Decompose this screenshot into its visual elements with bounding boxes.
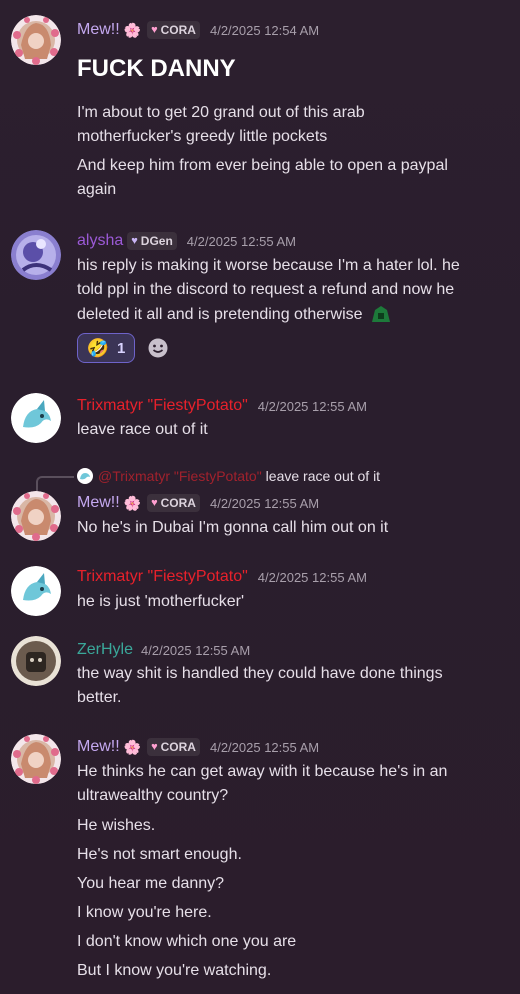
user-avatar[interactable] [11, 393, 61, 443]
message-line: again [77, 181, 117, 198]
message-line: his reply is making it worse because I'm… [77, 257, 460, 274]
add-reaction-button[interactable] [143, 333, 173, 363]
message-line: I know you're here. [77, 904, 212, 921]
username[interactable]: alysha [77, 232, 123, 250]
message-text: deleted it all and is pretending otherwi… [77, 306, 363, 323]
message-line: I don't know which one you are [77, 933, 297, 950]
user-avatar[interactable] [11, 15, 61, 65]
message-line: You hear me danny? [77, 875, 225, 892]
timestamp[interactable]: 4/2/2025 12:55 AM [141, 643, 250, 658]
reaction-count: 1 [117, 339, 126, 357]
add-emoji-icon [148, 338, 168, 358]
heart-icon: ♥ [151, 741, 158, 753]
tag-label: CORA [160, 496, 196, 510]
message-line: He's not smart enough. [77, 846, 242, 863]
username[interactable]: Trixmatyr "FiestyPotato" [77, 397, 248, 415]
heart-icon: ♥ [151, 497, 158, 509]
user-avatar[interactable] [11, 636, 61, 686]
username[interactable]: Mew!! [77, 21, 120, 39]
user-avatar[interactable] [11, 566, 61, 616]
message-line: told ppl in the discord to request a ref… [77, 281, 455, 298]
reply-avatar-icon [77, 468, 93, 484]
message-line: FUCK DANNY [77, 55, 236, 82]
flower-icon: 🌸 [123, 738, 142, 755]
timestamp[interactable]: 4/2/2025 12:54 AM [210, 23, 319, 38]
message-line: But I know you're watching. [77, 962, 272, 979]
message-line: motherfucker's greedy little pockets [77, 128, 328, 145]
rofl-emoji-icon: 🤣 [86, 337, 110, 358]
message-line: leave race out of it [77, 421, 208, 438]
timestamp[interactable]: 4/2/2025 12:55 AM [258, 399, 367, 414]
message-line: No he's in Dubai I'm gonna call him out … [77, 519, 389, 536]
message-line: I'm about to get 20 grand out of this ar… [77, 104, 365, 121]
message-line: deleted it all and is pretending otherwi… [77, 303, 507, 327]
user-avatar[interactable] [11, 734, 61, 784]
timestamp[interactable]: 4/2/2025 12:55 AM [187, 234, 296, 249]
message-line: the way shit is handled they could have … [77, 665, 443, 682]
tag-label: CORA [160, 740, 196, 754]
username[interactable]: ZerHyle [77, 641, 133, 659]
reply-username[interactable]: @Trixmatyr "FiestyPotato" [98, 468, 262, 484]
server-tag[interactable]: ♥ CORA [147, 738, 200, 756]
message-line: He thinks he can get away with it becaus… [77, 763, 448, 780]
message-line: He wishes. [77, 817, 156, 834]
server-tag[interactable]: ♥ CORA [147, 494, 200, 512]
timestamp[interactable]: 4/2/2025 12:55 AM [258, 570, 367, 585]
username[interactable]: Trixmatyr "FiestyPotato" [77, 568, 248, 586]
custom-emoji-icon[interactable] [370, 304, 392, 322]
tag-label: CORA [160, 23, 196, 37]
message-line: better. [77, 689, 122, 706]
tag-label: DGen [140, 234, 173, 248]
user-avatar[interactable] [11, 230, 61, 280]
flower-icon: 🌸 [123, 21, 142, 38]
message-line: he is just 'motherfucker' [77, 593, 245, 610]
user-avatar[interactable] [11, 491, 61, 541]
message-line: And keep him from ever being able to ope… [77, 157, 448, 174]
timestamp[interactable]: 4/2/2025 12:55 AM [210, 740, 319, 755]
heart-icon: ♥ [151, 24, 158, 36]
flower-icon: 🌸 [123, 494, 142, 511]
reaction-button[interactable]: 🤣 1 [77, 333, 135, 363]
server-tag[interactable]: ♥ DGen [127, 232, 177, 250]
reply-preview[interactable]: @Trixmatyr "FiestyPotato" leave race out… [77, 466, 380, 486]
username[interactable]: Mew!! [77, 494, 120, 512]
reply-spine [36, 476, 74, 492]
timestamp[interactable]: 4/2/2025 12:55 AM [210, 496, 319, 511]
heart-icon: ♥ [131, 235, 138, 247]
message-line: ultrawealthy country? [77, 787, 229, 804]
username[interactable]: Mew!! [77, 738, 120, 756]
reply-text: leave race out of it [265, 468, 381, 484]
server-tag[interactable]: ♥ CORA [147, 21, 200, 39]
